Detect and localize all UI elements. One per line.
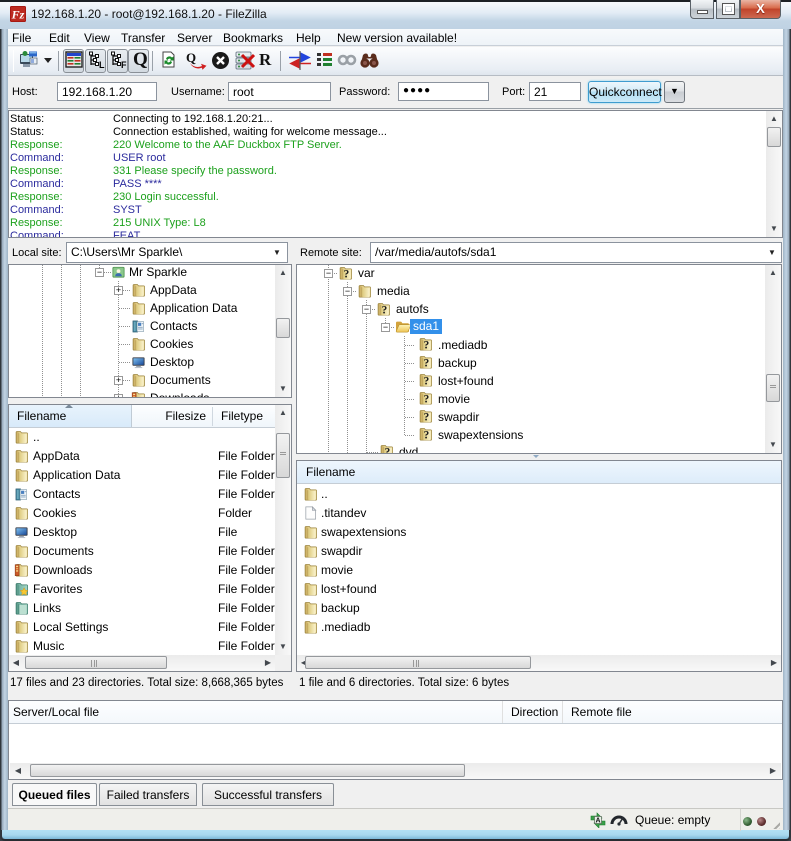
svg-text:A: A [595, 818, 600, 825]
svg-text:F: F [121, 60, 127, 70]
svg-text:Fz: Fz [11, 8, 25, 22]
svg-text:Q: Q [186, 50, 196, 65]
svg-text:L: L [99, 60, 105, 70]
